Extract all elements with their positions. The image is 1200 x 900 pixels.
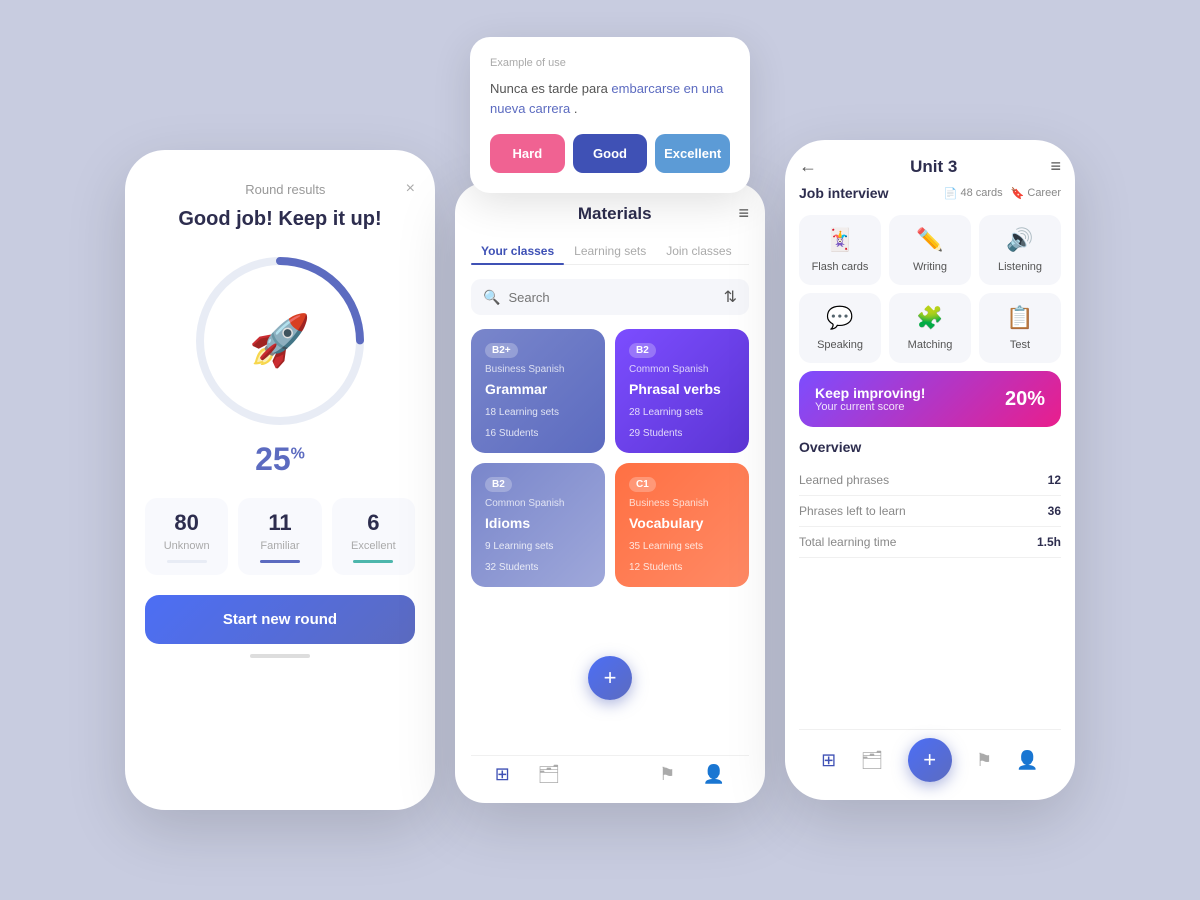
phone-round-results: Round results × Good job! Keep it up! 🚀 … (125, 150, 435, 810)
materials-tabs: Your classes Learning sets Join classes (471, 238, 749, 265)
tab-join-classes[interactable]: Join classes (656, 238, 741, 264)
stat-familiar: 11 Familiar (238, 498, 321, 575)
phone-notch (230, 150, 330, 172)
headline-text: Good job! Keep it up! (178, 208, 381, 231)
mode-flashcards[interactable]: 🃏 Flash cards (799, 215, 881, 285)
speaking-icon: 💬 (826, 305, 853, 331)
phone-materials: Materials ≡ Your classes Learning sets J… (455, 183, 765, 803)
improve-text: Keep improving! Your current score (815, 385, 925, 413)
study-modes-grid: 🃏 Flash cards ✏️ Writing 🔊 Listening 💬 S… (799, 215, 1061, 363)
round-results-title: Round results (165, 182, 406, 197)
class-card-grammar[interactable]: B2+ Business Spanish Grammar 18 Learning… (471, 329, 605, 453)
flashcard-panel: Example of use Nunca es tarde para embar… (470, 37, 750, 193)
class-card-vocabulary[interactable]: C1 Business Spanish Vocabulary 35 Learni… (615, 463, 749, 587)
fab3-add-button[interactable]: + (908, 738, 952, 782)
materials-title: Materials (491, 204, 738, 224)
flashcards-icon: 🃏 (826, 227, 853, 253)
example-label: Example of use (490, 57, 730, 69)
phone-unit3: ← Unit 3 ≡ Job interview 📄 48 cards 🔖 Ca… (785, 140, 1075, 800)
mode-test[interactable]: 📋 Test (979, 293, 1061, 363)
nav-profile-icon[interactable]: 👤 (703, 764, 725, 785)
nav-flag-icon[interactable]: ⚑ (659, 764, 675, 785)
nav3-flag-icon[interactable]: ⚑ (976, 750, 992, 771)
phone-2-group: Example of use Nunca es tarde para embar… (455, 37, 765, 803)
tab-learning-sets[interactable]: Learning sets (564, 238, 656, 264)
excellent-button[interactable]: Excellent (655, 134, 730, 173)
stat-unknown: 80 Unknown (145, 498, 228, 575)
good-button[interactable]: Good (573, 134, 648, 173)
career-badge: 🔖 Career (1011, 187, 1061, 200)
round-header: Round results × (145, 180, 415, 198)
fab-add-button[interactable]: + (588, 656, 632, 700)
listening-icon: 🔊 (1006, 227, 1033, 253)
overview-row-learned: Learned phrases 12 (799, 465, 1061, 496)
overview-row-time: Total learning time 1.5h (799, 527, 1061, 558)
materials-header: Materials ≡ (471, 203, 749, 224)
matching-icon: 🧩 (916, 305, 943, 331)
tab-your-classes[interactable]: Your classes (471, 238, 564, 264)
unit-header: ← Unit 3 ≡ (799, 156, 1061, 177)
mode-writing[interactable]: ✏️ Writing (889, 215, 971, 285)
bottom-nav-materials: ⊞ 🗂 ⚑ 👤 (471, 755, 749, 793)
writing-icon: ✏️ (916, 227, 943, 253)
search-icon: 🔍 (483, 289, 500, 306)
nav3-folder-icon[interactable]: 🗂 (861, 750, 884, 771)
bottom-nav-unit3: ⊞ 🗂 + ⚑ 👤 (799, 729, 1061, 790)
class-cards-grid: B2+ Business Spanish Grammar 18 Learning… (471, 329, 749, 587)
search-bar: 🔍 ⇅ (471, 279, 749, 315)
progress-circle: 🚀 (190, 251, 370, 431)
close-button[interactable]: × (406, 180, 415, 198)
job-title: Job interview (799, 185, 888, 201)
hamburger-icon[interactable]: ≡ (738, 203, 749, 224)
back-button[interactable]: ← (799, 156, 817, 177)
unit-title: Unit 3 (910, 157, 957, 177)
rocket-illustration: 🚀 (249, 312, 311, 371)
nav3-home-icon[interactable]: ⊞ (821, 750, 836, 771)
search-input[interactable] (508, 290, 715, 305)
unit-subtitle-row: Job interview 📄 48 cards 🔖 Career (799, 185, 1061, 201)
mode-speaking[interactable]: 💬 Speaking (799, 293, 881, 363)
percent-display: 25% (255, 441, 305, 478)
home-indicator (250, 654, 310, 658)
start-new-round-button[interactable]: Start new round (145, 595, 415, 644)
hard-button[interactable]: Hard (490, 134, 565, 173)
mode-listening[interactable]: 🔊 Listening (979, 215, 1061, 285)
nav-folder-icon[interactable]: 🗂 (537, 764, 560, 785)
improve-score: 20% (1005, 388, 1045, 411)
overview-section: Overview Learned phrases 12 Phrases left… (799, 439, 1061, 719)
bar-excellent (353, 560, 393, 563)
nav3-profile-icon[interactable]: 👤 (1016, 750, 1038, 771)
overview-row-left: Phrases left to learn 36 (799, 496, 1061, 527)
unit-badges: 📄 48 cards 🔖 Career (944, 187, 1061, 200)
improve-banner: Keep improving! Your current score 20% (799, 371, 1061, 427)
cards-icon: 📄 (944, 187, 958, 200)
stat-excellent: 6 Excellent (332, 498, 415, 575)
nav-home-icon[interactable]: ⊞ (495, 764, 510, 785)
cards-badge: 📄 48 cards (944, 187, 1003, 200)
menu-icon[interactable]: ≡ (1050, 156, 1061, 177)
mode-matching[interactable]: 🧩 Matching (889, 293, 971, 363)
bar-unknown (167, 560, 207, 563)
class-card-idioms[interactable]: B2 Common Spanish Idioms 9 Learning sets… (471, 463, 605, 587)
answer-buttons: Hard Good Excellent (490, 134, 730, 173)
spanish-sentence: Nunca es tarde para embarcarse en una nu… (490, 79, 730, 118)
bar-familiar (260, 560, 300, 563)
bookmark-icon: 🔖 (1011, 187, 1025, 200)
class-card-phrasal[interactable]: B2 Common Spanish Phrasal verbs 28 Learn… (615, 329, 749, 453)
overview-title: Overview (799, 439, 1061, 455)
filter-icon[interactable]: ⇅ (724, 287, 737, 307)
test-icon: 📋 (1006, 305, 1033, 331)
stats-row: 80 Unknown 11 Familiar 6 Excellent (145, 498, 415, 575)
